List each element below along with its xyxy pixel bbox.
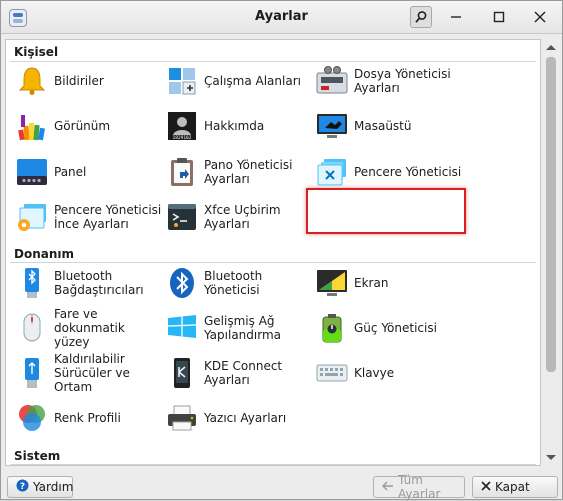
settings-item-network[interactable]: Gelişmiş Ağ Yapılandırma xyxy=(164,308,314,348)
about-me-icon: 1829102 xyxy=(164,108,200,144)
item-label: Güç Yöneticisi xyxy=(354,321,437,335)
section-divider xyxy=(10,464,536,465)
item-label: Panel xyxy=(54,165,87,179)
window-tweaks-icon xyxy=(14,199,50,235)
scroll-up-arrow-icon[interactable] xyxy=(546,45,556,50)
item-label: Görünüm xyxy=(54,119,111,133)
minimize-icon xyxy=(451,16,461,18)
maximize-icon xyxy=(493,11,505,23)
settings-item-workspaces[interactable]: Çalışma Alanları xyxy=(164,61,314,101)
item-label: Bildiriler xyxy=(54,74,104,88)
item-label: Bluetooth Bağdaştırıcıları xyxy=(54,269,144,297)
usb-icon xyxy=(14,355,50,391)
section-title-hardware: Donanım xyxy=(14,247,75,261)
scroll-thumb[interactable] xyxy=(546,57,556,372)
settings-item-bluetooth-manager[interactable]: Bluetooth Yöneticisi xyxy=(164,263,314,303)
display-icon xyxy=(314,265,350,301)
item-label: Renk Profili xyxy=(54,411,121,425)
settings-item-power-manager[interactable]: Güç Yöneticisi xyxy=(314,308,464,348)
item-label: Kaldırılabilir Sürücüler ve Ortam xyxy=(54,352,130,394)
power-icon xyxy=(314,310,350,346)
vertical-scrollbar[interactable] xyxy=(542,39,560,466)
annotation-highlight-box xyxy=(306,188,466,234)
settings-item-keyboard[interactable]: Klavye xyxy=(314,353,464,393)
minimize-button[interactable] xyxy=(446,7,466,27)
item-label: Çalışma Alanları xyxy=(204,74,301,88)
close-button[interactable]: Kapat xyxy=(472,476,558,498)
settings-item-window-manager[interactable]: Pencere Yöneticisi xyxy=(314,152,464,192)
section-title-personal: Kişisel xyxy=(14,45,59,59)
close-icon xyxy=(534,11,546,23)
search-button[interactable] xyxy=(410,6,432,28)
photo-plate-number: 1829102 xyxy=(173,135,192,141)
panel-icon xyxy=(14,154,50,190)
desktop-icon xyxy=(314,108,350,144)
item-label: Dosya Yöneticisi Ayarları xyxy=(354,67,451,95)
item-label: Pencere Yöneticisi xyxy=(354,165,462,179)
appearance-icon xyxy=(14,108,50,144)
printer-icon xyxy=(164,400,200,436)
color-profile-icon xyxy=(14,400,50,436)
scroll-down-arrow-icon[interactable] xyxy=(546,455,556,460)
section-title-system: Sistem xyxy=(14,449,61,463)
settings-item-display[interactable]: Ekran xyxy=(314,263,464,303)
settings-item-terminal[interactable]: Xfce Uçbirim Ayarları xyxy=(164,197,314,237)
bluetooth-adapter-icon xyxy=(14,265,50,301)
item-label: Yazıcı Ayarları xyxy=(204,411,287,425)
all-settings-label: Tüm Ayarlar xyxy=(398,473,441,501)
settings-item-removable-drives[interactable]: Kaldırılabilir Sürücüler ve Ortam xyxy=(14,352,164,394)
search-icon xyxy=(415,11,427,23)
item-label: Gelişmiş Ağ Yapılandırma xyxy=(204,314,281,342)
help-button[interactable]: ? Yardım xyxy=(7,476,73,498)
item-label: Ekran xyxy=(354,276,389,290)
keyboard-icon xyxy=(314,355,350,391)
settings-item-mouse-touchpad[interactable]: Fare ve dokunmatik yüzey xyxy=(14,307,164,349)
file-manager-icon xyxy=(314,63,350,99)
arrow-left-icon xyxy=(382,480,394,494)
settings-item-notifications[interactable]: Bildiriler xyxy=(14,61,164,101)
svg-text:?: ? xyxy=(20,482,25,492)
settings-content: Kişisel Bildiriler Çalışma Alanları Dosy… xyxy=(5,39,541,466)
settings-item-color-profile[interactable]: Renk Profili xyxy=(14,398,164,438)
settings-item-desktop[interactable]: Masaüstü xyxy=(314,106,464,146)
item-label: Bluetooth Yöneticisi xyxy=(204,269,263,297)
settings-item-printer[interactable]: Yazıcı Ayarları xyxy=(164,398,314,438)
kde-connect-icon xyxy=(164,355,200,391)
item-label: Xfce Uçbirim Ayarları xyxy=(204,203,281,231)
settings-item-panel[interactable]: Panel xyxy=(14,152,164,192)
settings-item-clipboard[interactable]: Pano Yöneticisi Ayarları xyxy=(164,152,314,192)
workspaces-icon xyxy=(164,63,200,99)
settings-window: Ayarlar Kişisel Bildiriler Çalışma Alanl… xyxy=(0,0,563,501)
item-label: Hakkımda xyxy=(204,119,265,133)
item-label: Pano Yöneticisi Ayarları xyxy=(204,158,293,186)
settings-item-window-tweaks[interactable]: Pencere Yöneticisi İnce Ayarları xyxy=(14,197,164,237)
terminal-icon xyxy=(164,199,200,235)
close-icon xyxy=(481,480,491,494)
settings-item-file-manager[interactable]: Dosya Yöneticisi Ayarları xyxy=(314,61,464,101)
title-bar[interactable]: Ayarlar xyxy=(1,1,562,34)
close-button-label: Kapat xyxy=(495,480,530,494)
window-manager-icon xyxy=(314,154,350,190)
all-settings-button[interactable]: Tüm Ayarlar xyxy=(373,473,465,501)
settings-item-kde-connect[interactable]: KDE Connect Ayarları xyxy=(164,353,314,393)
clipboard-icon xyxy=(164,154,200,190)
settings-item-about-me[interactable]: 1829102 Hakkımda xyxy=(164,106,314,146)
mouse-icon xyxy=(14,310,50,346)
maximize-button[interactable] xyxy=(489,7,509,27)
window-title: Ayarlar xyxy=(255,9,308,24)
settings-item-appearance[interactable]: Görünüm xyxy=(14,106,164,146)
item-label: KDE Connect Ayarları xyxy=(204,359,283,387)
item-label: Fare ve dokunmatik yüzey xyxy=(54,307,125,349)
network-icon xyxy=(164,310,200,346)
bluetooth-icon xyxy=(164,265,200,301)
bell-icon xyxy=(14,63,50,99)
settings-item-bluetooth-adapters[interactable]: Bluetooth Bağdaştırıcıları xyxy=(14,263,164,303)
help-icon: ? xyxy=(16,479,29,495)
item-label: Masaüstü xyxy=(354,119,412,133)
item-label: Klavye xyxy=(354,366,395,380)
help-button-label: Yardım xyxy=(33,480,74,494)
item-label: Pencere Yöneticisi İnce Ayarları xyxy=(54,203,162,231)
close-window-button[interactable] xyxy=(530,7,550,27)
